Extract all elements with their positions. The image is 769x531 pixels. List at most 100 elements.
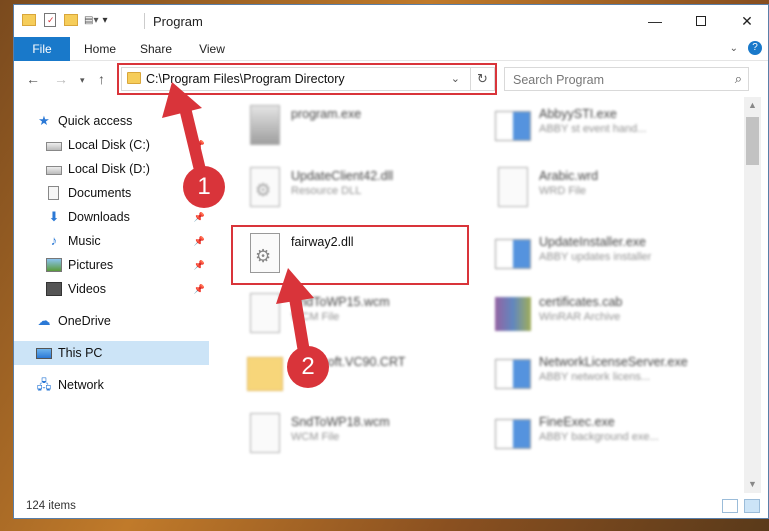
pin-icon: 📌 bbox=[193, 235, 205, 246]
up-arrow-icon: ↑ bbox=[98, 71, 105, 87]
sidebar-item-documents[interactable]: Documents📌 bbox=[14, 181, 209, 205]
app-window-icon bbox=[495, 239, 531, 269]
maximize-button[interactable] bbox=[678, 5, 724, 37]
title-bar: ✓ ▤▾ ▾ Program — ✕ bbox=[14, 5, 768, 37]
file-type: WCM File bbox=[291, 431, 340, 443]
file-item[interactable]: SndToWP15.wcm WCM File bbox=[239, 287, 474, 343]
address-highlight-box bbox=[117, 63, 497, 95]
item-count: 124 items bbox=[26, 500, 76, 512]
dropdown-arrow-icon[interactable]: ▾ bbox=[102, 15, 107, 26]
pin-icon: 📌 bbox=[193, 259, 205, 270]
close-button[interactable]: ✕ bbox=[724, 5, 768, 37]
file-name: NetworkLicenseServer.exe bbox=[539, 355, 688, 369]
blank-file-icon bbox=[250, 293, 280, 333]
file-item[interactable]: UpdateInstaller.exe ABBY updates installe… bbox=[487, 227, 722, 283]
file-name: UpdateInstaller.exe bbox=[539, 235, 647, 249]
file-name: SndToWP15.wcm bbox=[291, 295, 390, 309]
minimize-icon: — bbox=[648, 13, 662, 29]
sidebar-item-local-disk-d[interactable]: Local Disk (D:)📌 bbox=[14, 157, 209, 181]
sidebar-item-music[interactable]: ♪ Music 📌 bbox=[14, 229, 209, 253]
file-item[interactable]: ⚙ UpdateClient42.dll Resource DLL bbox=[239, 161, 474, 217]
file-item[interactable]: program.exe bbox=[239, 99, 474, 155]
music-icon: ♪ bbox=[50, 233, 58, 248]
file-type: ABBY network licens... bbox=[539, 371, 651, 383]
search-icon[interactable]: ⌕ bbox=[735, 71, 742, 87]
file-type: WRD File bbox=[539, 185, 587, 197]
sidebar-item-label: Pictures bbox=[68, 258, 114, 272]
file-type: Resource DLL bbox=[291, 185, 362, 197]
tab-share[interactable]: Share bbox=[134, 37, 178, 61]
file-name: program.exe bbox=[291, 107, 362, 121]
recent-locations-button[interactable]: ▾ bbox=[80, 75, 85, 86]
sidebar-item-label: Downloads bbox=[68, 210, 130, 224]
scroll-thumb[interactable] bbox=[746, 117, 759, 165]
address-row: ← → ▾ ↑ C:\Program Files\Program Directo… bbox=[14, 61, 768, 97]
file-item[interactable]: SndToWP18.wcm WCM File bbox=[239, 407, 474, 463]
sidebar-item-onedrive[interactable]: ☁ OneDrive bbox=[14, 309, 209, 333]
document-icon bbox=[48, 186, 59, 200]
file-name: UpdateClient42.dll bbox=[291, 169, 394, 183]
step-1-badge: 1 bbox=[183, 166, 225, 208]
sidebar-item-label: Local Disk (D:) bbox=[68, 162, 150, 176]
close-icon: ✕ bbox=[741, 12, 753, 29]
file-name: AbbyySTI.exe bbox=[539, 107, 617, 121]
file-item[interactable]: AbbyySTI.exe ABBY st event hand... bbox=[487, 99, 722, 155]
quick-access-toolbar: ✓ ▤▾ ▾ bbox=[22, 13, 108, 27]
tab-view[interactable]: View bbox=[192, 37, 232, 61]
up-button[interactable]: ↑ bbox=[98, 71, 105, 87]
status-bar: 124 items bbox=[14, 493, 768, 518]
file-name: certificates.cab bbox=[539, 295, 623, 309]
sidebar-item-videos[interactable]: Videos 📌 bbox=[14, 277, 209, 301]
search-input[interactable]: Search Program bbox=[513, 73, 604, 87]
back-button[interactable]: ← bbox=[26, 71, 40, 87]
customize-toolbar-icon[interactable]: ▤▾ bbox=[84, 15, 98, 26]
chevron-down-icon: ▾ bbox=[80, 75, 85, 85]
tab-file[interactable]: File bbox=[14, 37, 70, 61]
app-window-icon bbox=[495, 419, 531, 449]
vertical-scrollbar[interactable]: ▲ ▼ bbox=[744, 97, 761, 493]
star-icon: ★ bbox=[38, 113, 50, 128]
properties-icon[interactable]: ✓ bbox=[44, 13, 56, 27]
scroll-down-icon[interactable]: ▼ bbox=[744, 476, 761, 493]
drive-icon bbox=[46, 142, 62, 151]
sidebar-item-label: Music bbox=[68, 234, 101, 248]
folder-icon[interactable] bbox=[22, 14, 36, 26]
sidebar-item-pictures[interactable]: Pictures 📌 bbox=[14, 253, 209, 277]
app-window-icon bbox=[495, 111, 531, 141]
pin-icon: 📌 bbox=[193, 211, 205, 222]
sidebar-item-network[interactable]: 🖧 Network bbox=[14, 373, 209, 397]
file-item[interactable]: ⚙ fairway2.dll bbox=[239, 227, 474, 283]
network-icon: 🖧 bbox=[36, 377, 52, 392]
scroll-up-icon[interactable]: ▲ bbox=[744, 97, 761, 114]
sidebar-item-quick-access[interactable]: ★ Quick access bbox=[14, 109, 209, 133]
back-arrow-icon: ← bbox=[26, 71, 40, 87]
file-name: fairway2.dll bbox=[291, 235, 354, 249]
file-item[interactable]: NetworkLicenseServer.exe ABBY network lic… bbox=[487, 347, 722, 403]
file-item[interactable]: Microsoft.VC90.CRT bbox=[239, 347, 474, 403]
help-icon[interactable]: ? bbox=[748, 41, 762, 55]
forward-button[interactable]: → bbox=[54, 71, 68, 87]
sidebar-item-label: OneDrive bbox=[58, 314, 111, 328]
dll-icon: ⚙ bbox=[250, 233, 280, 273]
drive-icon bbox=[46, 166, 62, 175]
file-item[interactable]: Arabic.wrd WRD File bbox=[487, 161, 722, 217]
picture-icon bbox=[46, 258, 62, 272]
file-type: WinRAR Archive bbox=[539, 311, 621, 323]
step-2-badge: 2 bbox=[287, 346, 329, 388]
tab-home[interactable]: Home bbox=[78, 37, 122, 61]
file-item[interactable]: FineExec.exe ABBY background exe... bbox=[487, 407, 722, 463]
search-box[interactable]: Search Program ⌕ bbox=[504, 67, 749, 91]
details-view-icon[interactable] bbox=[722, 499, 738, 513]
sidebar-item-local-disk-c[interactable]: Local Disk (C:) 📌 bbox=[14, 133, 209, 157]
minimize-button[interactable]: — bbox=[632, 5, 678, 37]
sidebar-item-downloads[interactable]: ⬇ Downloads 📌 bbox=[14, 205, 209, 229]
expand-ribbon-icon[interactable]: ⌄ bbox=[730, 43, 738, 54]
large-icons-view-icon[interactable] bbox=[744, 499, 760, 513]
file-item[interactable]: certificates.cab WinRAR Archive bbox=[487, 287, 722, 343]
pin-icon: 📌 bbox=[193, 283, 205, 294]
file-type: ABBY st event hand... bbox=[539, 123, 647, 135]
sidebar-item-this-pc[interactable]: This PC bbox=[14, 341, 209, 365]
new-folder-icon[interactable] bbox=[64, 14, 78, 26]
blank-file-icon bbox=[498, 167, 528, 207]
gear-icon: ⚙ bbox=[255, 246, 272, 266]
